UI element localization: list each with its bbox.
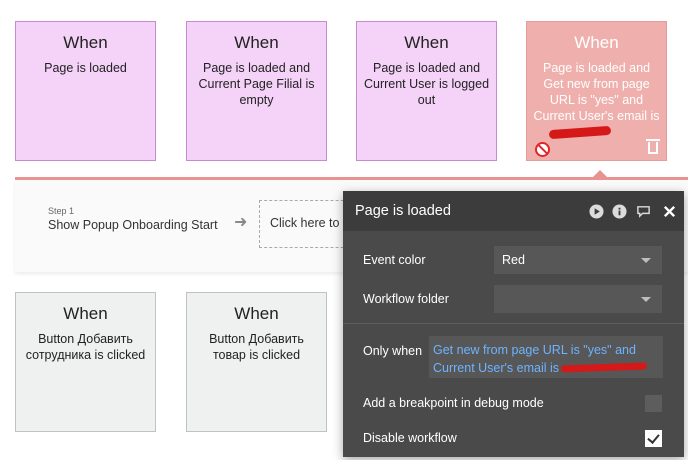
step-action-title[interactable]: Show Popup Onboarding Start	[48, 218, 218, 232]
event-condition-text: Button Добавить товар is clicked	[209, 332, 304, 362]
panel-header: Page is loaded	[343, 191, 684, 231]
event-card-page-loaded[interactable]: When Page is loaded	[15, 21, 156, 161]
selected-event-indicator-line	[15, 177, 688, 180]
disable-workflow-label: Disable workflow	[363, 431, 457, 445]
event-condition-text: Button Добавить сотрудника is clicked	[25, 332, 146, 362]
only-when-label: Only when	[363, 344, 423, 358]
event-condition-text: Page is loaded	[44, 61, 127, 75]
chevron-down-icon	[641, 297, 651, 302]
info-icon[interactable]	[612, 204, 627, 219]
only-when-expression[interactable]: Get new from page URL is "yes" and Curre…	[429, 336, 663, 378]
panel-title: Page is loaded	[355, 203, 451, 219]
breakpoint-checkbox[interactable]	[645, 395, 662, 412]
event-card-logged-out[interactable]: When Page is loaded and Current User is …	[356, 21, 497, 161]
disabled-icon[interactable]	[535, 142, 550, 157]
event-when-label: When	[574, 33, 619, 52]
trash-icon[interactable]	[646, 139, 660, 154]
workflow-folder-label: Workflow folder	[363, 292, 449, 306]
checkmark-icon	[647, 431, 660, 444]
event-card-add-product[interactable]: When Button Добавить товар is clicked	[186, 292, 327, 432]
event-card-add-employee[interactable]: When Button Добавить сотрудника is click…	[15, 292, 156, 432]
workflow-folder-select[interactable]	[494, 285, 662, 313]
event-when-label: When	[234, 33, 279, 52]
disable-workflow-checkbox[interactable]	[645, 430, 662, 447]
event-color-label: Event color	[363, 253, 426, 267]
play-icon[interactable]	[589, 204, 604, 219]
event-color-select[interactable]: Red	[494, 246, 662, 274]
event-condition-text: Page is loaded and Current User is logge…	[363, 61, 490, 107]
step-number-label: Step 1	[48, 206, 75, 216]
selected-event-caret	[592, 170, 608, 178]
arrow-right-icon: ➜	[234, 214, 248, 231]
chevron-down-icon	[641, 258, 651, 263]
panel-divider	[343, 323, 684, 324]
event-when-label: When	[63, 33, 108, 52]
event-color-value: Red	[502, 253, 525, 267]
breakpoint-label: Add a breakpoint in debug mode	[363, 396, 544, 410]
event-when-label: When	[234, 304, 279, 323]
comment-icon[interactable]	[636, 204, 651, 219]
event-card-filial-empty[interactable]: When Page is loaded and Current Page Fil…	[186, 21, 327, 161]
event-condition-text: Page is loaded and Current Page Filial i…	[198, 61, 315, 107]
event-property-panel: Page is loaded Event color Red Workflow …	[343, 191, 684, 457]
close-icon[interactable]	[662, 204, 677, 219]
event-when-label: When	[404, 33, 449, 52]
event-condition-text: Page is loaded and Get new from page URL…	[533, 61, 660, 123]
event-when-label: When	[63, 304, 108, 323]
